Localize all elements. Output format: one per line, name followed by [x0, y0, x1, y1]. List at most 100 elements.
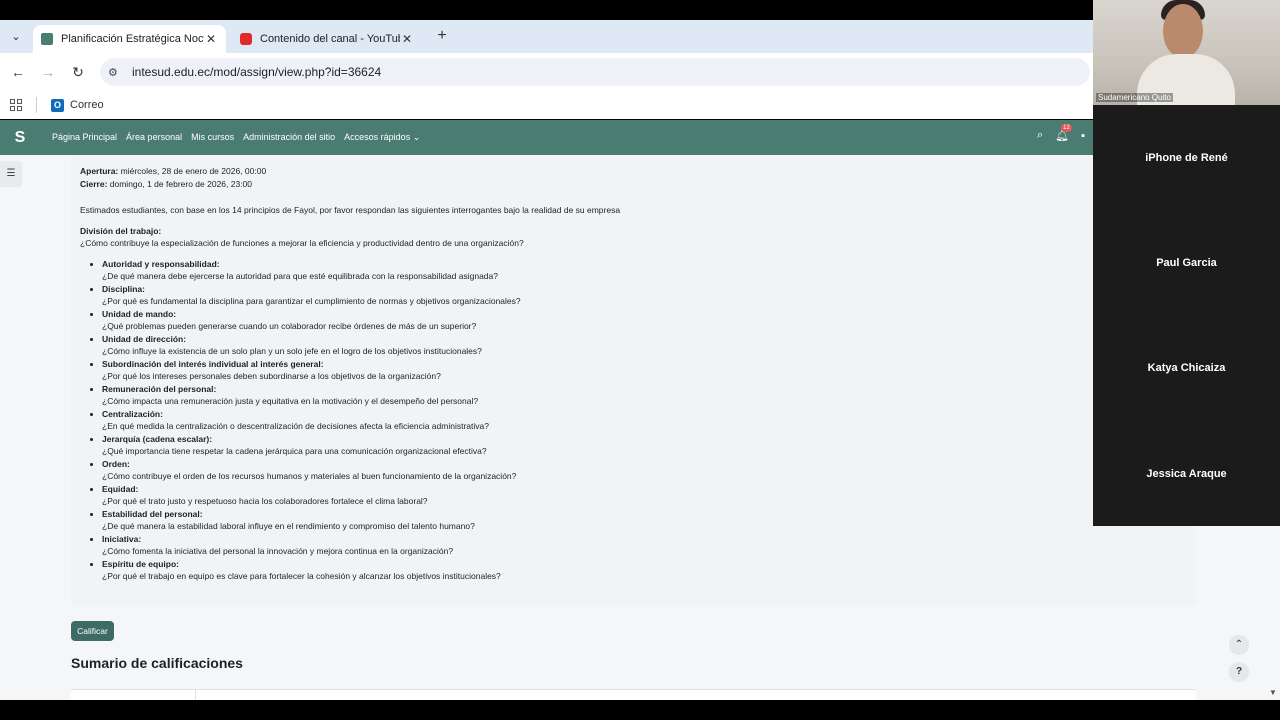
nav-site-admin[interactable]: Administración del sitio: [243, 132, 335, 143]
new-tab-button[interactable]: +: [433, 26, 451, 46]
principle-item: Orden: ¿Cómo contribuye el orden de los r…: [102, 458, 1080, 483]
principle-question: ¿Cómo fomenta la iniciativa del personal…: [102, 546, 454, 556]
moodle-navbar: S Página Principal Área personal Mis cur…: [0, 120, 1093, 155]
principle-question: ¿Por qué es fundamental la disciplina pa…: [102, 296, 521, 306]
plus-icon: +: [437, 27, 447, 44]
principle-item: Disciplina: ¿Por qué es fundamental la di…: [102, 283, 1080, 308]
search-icon[interactable]: ⌕: [1037, 129, 1043, 142]
bookmark-correo[interactable]: O Correo: [51, 98, 104, 112]
moodle-favicon-icon: [41, 33, 53, 45]
tab-title: Planificación Estratégica Noctur: [61, 33, 204, 45]
chevron-up-icon: ⌃: [1234, 639, 1244, 650]
nav-dashboard[interactable]: Área personal: [126, 132, 182, 143]
site-logo-icon[interactable]: S: [10, 128, 30, 148]
reload-button[interactable]: ↻: [68, 62, 88, 82]
list-icon: ☰: [6, 168, 16, 179]
principle-item: Subordinación del interés individual al …: [102, 358, 1080, 383]
bottom-bar: [0, 700, 1280, 720]
site-info-icon[interactable]: ⚙: [108, 66, 128, 79]
grading-summary-table: [71, 689, 1196, 701]
closing-date: Cierre: domingo, 1 de febrero de 2026, 2…: [80, 178, 253, 189]
participant-tile[interactable]: Katya Chicaiza: [1093, 362, 1280, 374]
outlook-icon: O: [51, 98, 64, 112]
principle-title: Iniciativa:: [102, 533, 142, 544]
assignment-content: Apertura: miércoles, 28 de enero de 2026…: [80, 165, 1080, 583]
opening-date: Apertura: miércoles, 28 de enero de 2026…: [80, 166, 267, 176]
principle-question: ¿Por qué el trabajo en equipo es clave p…: [102, 571, 501, 581]
principle-title: Subordinación del interés individual al …: [102, 358, 324, 369]
chevron-down-icon: ⌄: [11, 31, 21, 43]
principle-title: Espíritu de equipo:: [102, 558, 179, 569]
messages-icon[interactable]: ▪: [1081, 130, 1085, 142]
arrow-left-icon: ←: [11, 64, 25, 80]
grade-button[interactable]: Calificar: [71, 621, 114, 641]
address-bar[interactable]: ⚙ intesud.edu.ec/mod/assign/view.php?id=…: [100, 58, 1090, 86]
primary-navigation: Página Principal Área personal Mis curso…: [52, 132, 429, 143]
principle-question: ¿De qué manera la estabilidad laboral in…: [102, 521, 475, 531]
assignment-intro: Estimados estudiantes, con base en los 1…: [80, 205, 621, 215]
principle-question: ¿Por qué los intereses personales deben …: [102, 371, 441, 381]
principle-item: Centralización: ¿En qué medida la central…: [102, 408, 1080, 433]
video-call-panel: Sudamericano Quito iPhone de René Paul G…: [1093, 0, 1280, 526]
reload-icon: ↻: [72, 64, 84, 80]
bookmarks-bar: O Correo: [0, 91, 1093, 119]
principle-title: Orden:: [102, 458, 130, 469]
principle-item: Estabilidad del personal: ¿De qué manera …: [102, 508, 1080, 533]
principle-item: Jerarquía (cadena escalar): ¿Qué importan…: [102, 433, 1080, 458]
principle-question: ¿De qué manera debe ejercerse la autorid…: [102, 271, 498, 281]
browser-toolbar: ← → ↻ ⚙ intesud.edu.ec/mod/assign/view.p…: [0, 53, 1093, 91]
principle-question: ¿Qué problemas pueden generarse cuando u…: [102, 321, 477, 331]
principle-title: Disciplina:: [102, 283, 145, 294]
tab-youtube[interactable]: Contenido del canal - YouTube ✕: [232, 25, 422, 53]
help-button[interactable]: ?: [1229, 662, 1249, 682]
navbar-actions: ⌕ 🔔︎ 12 ▪: [1025, 124, 1085, 142]
principle-item: Espíritu de equipo: ¿Por qué el trabajo e…: [102, 558, 1080, 583]
principle-question: ¿Cómo contribuye el orden de los recurso…: [102, 471, 517, 481]
principle-question: ¿Por qué el trato justo y respetuoso hac…: [102, 496, 428, 506]
nav-home[interactable]: Página Principal: [52, 132, 117, 143]
principle-question: ¿Cómo contribuye la especialización de f…: [80, 238, 524, 248]
course-index-toggle[interactable]: ☰: [0, 161, 22, 187]
participant-tile[interactable]: Paul Garcia: [1093, 257, 1280, 269]
screen: ⌄ Planificación Estratégica Noctur ✕ Con…: [0, 0, 1280, 720]
participant-face: [1163, 4, 1203, 58]
principle-division: División del trabajo: ¿Cómo contribuye l…: [80, 225, 1080, 250]
principle-question: ¿Cómo influye la existencia de un solo p…: [102, 346, 482, 356]
nav-quick-access[interactable]: Accesos rápidos ⌄: [344, 132, 420, 143]
back-to-top-button[interactable]: ⌃: [1229, 635, 1249, 655]
principle-title: Autoridad y responsabilidad:: [102, 258, 220, 269]
back-button[interactable]: ←: [8, 62, 28, 82]
principle-question: ¿Qué importancia tiene respetar la caden…: [102, 446, 487, 456]
principle-question: ¿En qué medida la centralización o desce…: [102, 421, 489, 431]
principle-title: Unidad de dirección:: [102, 333, 187, 344]
grading-summary-heading: Sumario de calificaciones: [71, 655, 243, 671]
tab-search-button[interactable]: ⌄: [6, 27, 26, 47]
notification-badge: 12: [1061, 124, 1072, 132]
principle-title: Remuneración del personal:: [102, 383, 217, 394]
principle-title: Centralización:: [102, 408, 163, 419]
close-tab-icon[interactable]: ✕: [204, 32, 218, 46]
youtube-favicon-icon: [240, 33, 252, 45]
browser-tab-bar: ⌄ Planificación Estratégica Noctur ✕ Con…: [0, 20, 1093, 53]
arrow-right-icon: →: [41, 64, 55, 80]
principle-question: ¿Cómo impacta una remuneración justa y e…: [102, 396, 479, 406]
nav-my-courses[interactable]: Mis cursos: [191, 132, 234, 143]
scrollbar-down-arrow[interactable]: ▼: [1268, 688, 1278, 698]
principles-list: Autoridad y responsabilidad: ¿De qué mane…: [102, 258, 1080, 583]
forward-button[interactable]: →: [38, 62, 58, 82]
self-video-tile[interactable]: Sudamericano Quito: [1093, 0, 1280, 105]
close-tab-icon[interactable]: ✕: [400, 32, 414, 46]
notifications-icon[interactable]: 🔔︎ 12: [1055, 124, 1072, 142]
principle-title: Unidad de mando:: [102, 308, 177, 319]
participant-tile[interactable]: iPhone de René: [1093, 152, 1280, 164]
bookmark-separator: [36, 97, 37, 113]
principle-item: Unidad de mando: ¿Qué problemas pueden ge…: [102, 308, 1080, 333]
participant-tile[interactable]: Jessica Araque: [1093, 468, 1280, 480]
tab-planificacion[interactable]: Planificación Estratégica Noctur ✕: [33, 25, 226, 53]
assignment-description: Apertura: miércoles, 28 de enero de 2026…: [71, 155, 1196, 605]
principle-title: Estabilidad del personal:: [102, 508, 203, 519]
apps-grid-icon[interactable]: [10, 99, 22, 111]
page-content: ☰ Apertura: miércoles, 28 de enero de 20…: [0, 155, 1280, 701]
principle-item: Unidad de dirección: ¿Cómo influye la exi…: [102, 333, 1080, 358]
principle-title: Jerarquía (cadena escalar):: [102, 433, 213, 444]
